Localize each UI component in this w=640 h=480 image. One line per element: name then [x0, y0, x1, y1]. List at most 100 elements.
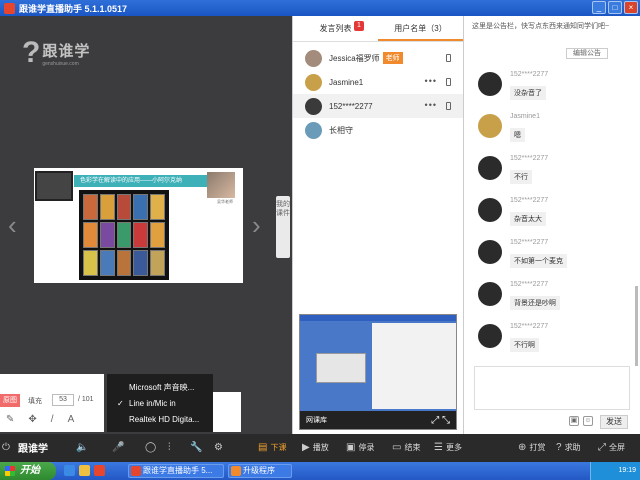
- quick-launch: [64, 465, 105, 476]
- move-icon[interactable]: ✥: [28, 414, 36, 425]
- check-icon: ✓: [117, 399, 124, 408]
- window-title: 跟谁学直播助手 5.1.1.0517: [19, 3, 128, 14]
- input-tools: ▣ ☺: [569, 416, 593, 426]
- panel-backdrop: [213, 392, 241, 432]
- end-class-button[interactable]: ▤ 下课: [258, 442, 286, 453]
- message-list: 152****2277 没杂音了 Jasmine1 嗯 152****2277 不行 …: [464, 68, 632, 362]
- slide-title: 色彩学在解读中的应用——小阿尔克纳: [74, 175, 214, 187]
- user-name: Jessica福罗师: [329, 53, 380, 63]
- microphone-source-menu: Microsoft 声音映... ✓ Line in/Mic in Realtek…: [107, 374, 213, 432]
- more-button[interactable]: ☰ 更多: [434, 442, 462, 453]
- app-icon[interactable]: [94, 465, 105, 476]
- help-button[interactable]: ? 求助: [556, 442, 581, 453]
- fill-panel: 原图 填充 53 / 101 ✎ ✥ / A: [0, 374, 104, 432]
- chat-scrollbar[interactable]: [635, 286, 638, 366]
- equalizer-icon[interactable]: ⫶: [168, 442, 174, 453]
- avatar: [305, 97, 322, 115]
- chat-input[interactable]: [474, 366, 630, 410]
- chat-message: 152****2277 杂音太大: [464, 194, 632, 236]
- toolbar-brand: 跟谁学: [18, 444, 48, 455]
- taskbar-item-live-assistant[interactable]: 跟谁学直播助手 5...: [128, 464, 224, 478]
- user-name: 152****2277: [329, 101, 373, 111]
- play-button[interactable]: ▶ 播放: [302, 442, 329, 453]
- wrench-icon[interactable]: 🔧: [190, 442, 205, 453]
- stop-record-button[interactable]: ▣ 停录: [346, 442, 374, 453]
- next-slide-icon[interactable]: ›: [252, 212, 261, 238]
- avatar: [478, 156, 502, 180]
- page-total: / 101: [78, 396, 94, 403]
- phone-icon: [446, 78, 451, 86]
- device-icon: [446, 54, 451, 62]
- chat-message: 152****2277 没杂音了: [464, 68, 632, 110]
- mic-option-realtek[interactable]: Realtek HD Digita...: [107, 412, 213, 428]
- prev-slide-icon[interactable]: ‹: [8, 212, 17, 238]
- folder-icon[interactable]: [79, 465, 90, 476]
- camera-icon[interactable]: ◯: [145, 442, 159, 453]
- pencil-icon[interactable]: ✎: [6, 414, 14, 425]
- brush-icon[interactable]: /: [51, 414, 54, 425]
- fill-label: 填充: [28, 398, 42, 405]
- list-item[interactable]: 152****2277 •••: [293, 94, 463, 118]
- user-list: Jessica福罗师 老师 Jasmine1 ••• 152****2277 •…: [293, 46, 463, 142]
- preview-label: 网课库: [306, 417, 327, 424]
- speaker-icon[interactable]: 🔈: [76, 442, 91, 453]
- tab-user-list[interactable]: 用户名单（3）: [378, 16, 463, 41]
- avatar: [478, 324, 502, 348]
- ie-icon[interactable]: [64, 465, 75, 476]
- list-item[interactable]: Jasmine1 •••: [293, 70, 463, 94]
- avatar: [478, 282, 502, 306]
- original-image-tag[interactable]: 原图: [0, 394, 20, 407]
- fullscreen-button[interactable]: ⤢ 全屏: [598, 442, 625, 453]
- panel-tabs: 发言列表 1 用户名单（3）: [293, 16, 463, 42]
- maximize-button[interactable]: □: [608, 1, 622, 14]
- screen-share-preview[interactable]: 网课库 ⤢ ⤡: [299, 314, 457, 430]
- edit-notice-button[interactable]: 编辑公告: [566, 48, 608, 59]
- preview-window-image: [316, 353, 366, 383]
- gear-icon[interactable]: ⚙: [214, 442, 226, 453]
- logo-name: 跟谁学: [42, 42, 91, 60]
- slide-canvas[interactable]: 色彩学在解读中的应用——小阿尔克纳 吴华老师: [34, 168, 243, 283]
- system-tray-clock: 19:19: [590, 462, 640, 480]
- minimize-button[interactable]: _: [592, 1, 606, 14]
- title-bar: 跟谁学直播助手 5.1.1.0517 _ □ ×: [0, 0, 640, 16]
- app-icon: [4, 2, 15, 14]
- page-number-input[interactable]: 53: [52, 394, 74, 406]
- chat-message: Jasmine1 嗯: [464, 110, 632, 152]
- chat-message: 152****2277 不行: [464, 152, 632, 194]
- notice-text: 这里是公告栏，快写点东西来通知同学们吧~: [472, 23, 610, 30]
- phone-icon: [446, 102, 451, 110]
- avatar: [478, 114, 502, 138]
- mic-option-microsoft[interactable]: Microsoft 声音映...: [107, 380, 213, 396]
- reward-button[interactable]: ⊕ 打赏: [518, 442, 545, 453]
- list-item[interactable]: 长相守: [293, 118, 463, 142]
- tab-speaker-list[interactable]: 发言列表 1: [293, 16, 378, 41]
- app-icon: [131, 466, 141, 476]
- bottom-toolbar: ⏻ 跟谁学 🔈 🎤 ◯ ⫶ 🔧 ⚙ ▤ 下课 ▶ 播放 ▣ 停录 ▭ 结束 ☰ 更多 ⊕ 打…: [0, 434, 640, 462]
- list-item[interactable]: Jessica福罗师 老师: [293, 46, 463, 70]
- speaker-count-badge: 1: [354, 21, 364, 31]
- user-name: 长相守: [329, 125, 353, 135]
- portrait-caption: 吴华老师: [217, 199, 233, 204]
- start-button[interactable]: 开始: [0, 462, 56, 480]
- avatar: [305, 49, 322, 67]
- finish-button[interactable]: ▭ 结束: [392, 442, 420, 453]
- more-icon[interactable]: •••: [425, 76, 437, 86]
- my-courseware-tab[interactable]: 我的课件: [276, 196, 290, 258]
- emoji-icon[interactable]: ☺: [583, 416, 593, 426]
- mic-option-line-in[interactable]: ✓ Line in/Mic in: [107, 396, 213, 412]
- more-icon[interactable]: •••: [425, 100, 437, 110]
- fullscreen-preview-icon[interactable]: ⤢ ⤡: [431, 415, 450, 426]
- send-button[interactable]: 发送: [600, 415, 628, 429]
- microphone-icon[interactable]: 🎤: [112, 442, 127, 453]
- lecture-stage: ? 跟谁学 genshuixue.com ‹ › 色彩学在解读中的应用——小阿尔…: [0, 16, 292, 434]
- taskbar-item-updater[interactable]: 升级程序: [228, 464, 292, 478]
- brand-logo: ? 跟谁学 genshuixue.com: [22, 38, 90, 68]
- os-taskbar: 开始 跟谁学直播助手 5... 升级程序 19:19: [0, 462, 640, 480]
- power-icon[interactable]: ⏻: [2, 442, 13, 453]
- text-icon[interactable]: A: [68, 414, 75, 425]
- image-icon[interactable]: ▣: [569, 416, 579, 426]
- close-button[interactable]: ×: [624, 1, 638, 14]
- question-mark-logo-icon: ?: [22, 36, 41, 69]
- teacher-badge: 老师: [382, 52, 403, 64]
- chat-message: 152****2277 不行啊: [464, 320, 632, 362]
